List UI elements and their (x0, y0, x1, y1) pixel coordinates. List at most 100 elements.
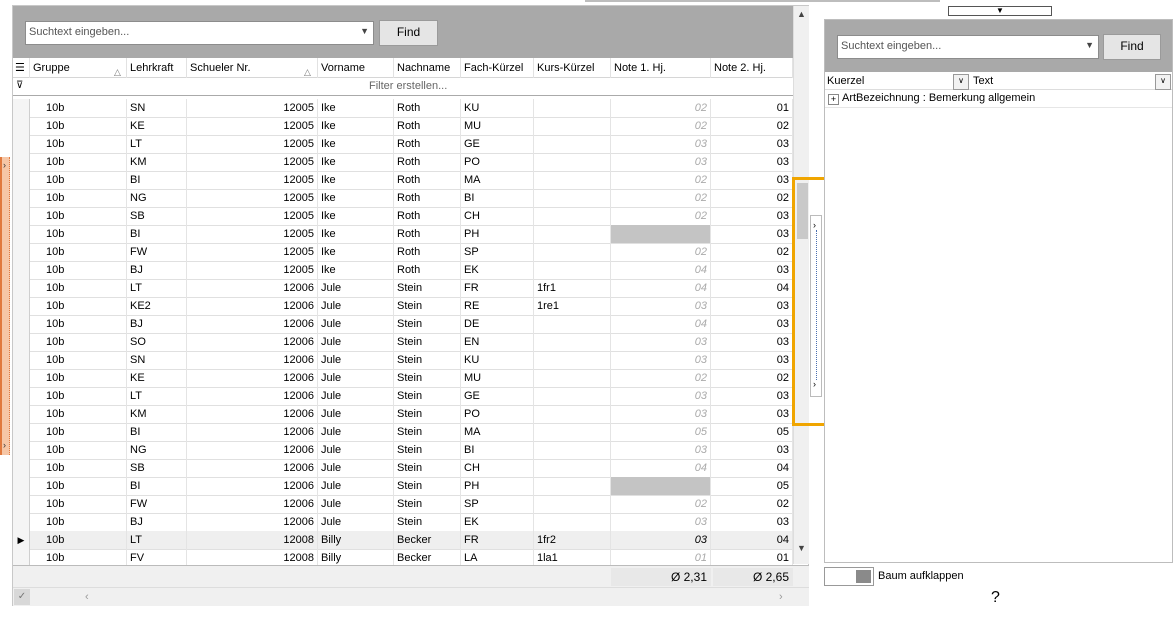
column-header-nachname[interactable]: Nachname (394, 58, 461, 78)
cell-vorname[interactable]: Billy (318, 531, 394, 549)
cell-lehrkraft[interactable]: BJ (127, 513, 187, 531)
cell-schueler-nr[interactable]: 12006 (187, 333, 318, 351)
cell-vorname[interactable]: Ike (318, 171, 394, 189)
cell-gruppe[interactable]: 10b (30, 153, 127, 171)
cell-note2[interactable]: 03 (711, 351, 793, 369)
cell-gruppe[interactable]: 10b (30, 99, 127, 117)
cell-gruppe[interactable]: 10b (30, 387, 127, 405)
cell-vorname[interactable]: Jule (318, 315, 394, 333)
cell-nachname[interactable]: Roth (394, 207, 461, 225)
cell-vorname[interactable]: Jule (318, 441, 394, 459)
cell-fach[interactable]: MU (461, 117, 534, 135)
cell-note2[interactable]: 02 (711, 495, 793, 513)
cell-fach[interactable]: EK (461, 261, 534, 279)
cell-nachname[interactable]: Roth (394, 243, 461, 261)
cell-fach[interactable]: PH (461, 225, 534, 243)
table-row[interactable]: 10b NG 12005 Ike Roth BI 02 02 (13, 189, 793, 208)
cell-note1[interactable]: 02 (611, 117, 711, 135)
cell-note2[interactable]: 03 (711, 207, 793, 225)
cell-fach[interactable]: DE (461, 315, 534, 333)
cell-kurs[interactable] (534, 189, 611, 207)
row-indicator-icon[interactable] (13, 477, 30, 495)
cell-vorname[interactable]: Jule (318, 459, 394, 477)
table-row[interactable]: 10b KE2 12006 Jule Stein RE 1re1 03 03 (13, 297, 793, 316)
grid-search-input[interactable]: Suchtext eingeben... ▼ (25, 21, 374, 45)
row-indicator-icon[interactable] (13, 459, 30, 477)
column-header-lehrkraft[interactable]: Lehrkraft (127, 58, 187, 78)
cell-kurs[interactable]: 1re1 (534, 297, 611, 315)
column-header-fach[interactable]: Fach-Kürzel (461, 58, 534, 78)
table-row[interactable]: 10b KM 12005 Ike Roth PO 03 03 (13, 153, 793, 172)
cell-vorname[interactable]: Ike (318, 207, 394, 225)
row-indicator-icon[interactable] (13, 297, 30, 315)
cell-kurs[interactable] (534, 513, 611, 531)
cell-note2[interactable]: 04 (711, 531, 793, 549)
cell-vorname[interactable]: Jule (318, 423, 394, 441)
cell-note1[interactable]: 02 (611, 207, 711, 225)
row-indicator-icon[interactable] (13, 513, 30, 531)
cell-lehrkraft[interactable]: FW (127, 495, 187, 513)
cell-lehrkraft[interactable]: BI (127, 171, 187, 189)
cell-schueler-nr[interactable]: 12005 (187, 225, 318, 243)
table-row[interactable]: 10b NG 12006 Jule Stein BI 03 03 (13, 441, 793, 460)
column-header-gruppe[interactable]: Gruppe △ (30, 58, 127, 78)
cell-note1[interactable]: 03 (611, 153, 711, 171)
cell-note2[interactable]: 03 (711, 513, 793, 531)
cell-note1[interactable]: 03 (611, 297, 711, 315)
cell-schueler-nr[interactable]: 12006 (187, 441, 318, 459)
table-row[interactable]: 10b LT 12006 Jule Stein FR 1fr1 04 04 (13, 279, 793, 298)
cell-fach[interactable]: KU (461, 99, 534, 117)
cell-note2[interactable]: 03 (711, 153, 793, 171)
cell-note1[interactable]: 03 (611, 333, 711, 351)
cell-nachname[interactable]: Roth (394, 135, 461, 153)
cell-gruppe[interactable]: 10b (30, 351, 127, 369)
row-indicator-icon[interactable] (13, 441, 30, 459)
cell-fach[interactable]: GE (461, 135, 534, 153)
column-header-kuerzel[interactable]: Kuerzel (827, 73, 864, 90)
cell-lehrkraft[interactable]: NG (127, 189, 187, 207)
table-row[interactable]: 10b SB 12006 Jule Stein CH 04 04 (13, 459, 793, 478)
cell-note1[interactable]: 04 (611, 261, 711, 279)
table-row[interactable]: 10b LT 12005 Ike Roth GE 03 03 (13, 135, 793, 154)
cell-kurs[interactable]: 1fr1 (534, 279, 611, 297)
cell-kurs[interactable] (534, 495, 611, 513)
cell-note2[interactable]: 03 (711, 441, 793, 459)
cell-nachname[interactable]: Stein (394, 459, 461, 477)
cell-kurs[interactable] (534, 99, 611, 117)
row-indicator-icon[interactable]: ▶ (13, 531, 30, 549)
cell-note1[interactable]: 04 (611, 315, 711, 333)
cell-fach[interactable]: SP (461, 495, 534, 513)
table-row[interactable]: 10b BI 12006 Jule Stein PH 05 (13, 477, 793, 496)
cell-nachname[interactable]: Stein (394, 423, 461, 441)
cell-fach[interactable]: BI (461, 441, 534, 459)
cell-note1[interactable]: 04 (611, 279, 711, 297)
cell-schueler-nr[interactable]: 12006 (187, 387, 318, 405)
cell-lehrkraft[interactable]: LT (127, 387, 187, 405)
cell-vorname[interactable]: Ike (318, 99, 394, 117)
row-indicator-icon[interactable] (13, 207, 30, 225)
cell-schueler-nr[interactable]: 12006 (187, 513, 318, 531)
table-row[interactable]: 10b BI 12005 Ike Roth MA 02 03 (13, 171, 793, 190)
table-row[interactable]: 10b BI 12006 Jule Stein MA 05 05 (13, 423, 793, 442)
cell-gruppe[interactable]: 10b (30, 207, 127, 225)
table-row[interactable]: 10b SN 12006 Jule Stein KU 03 03 (13, 351, 793, 370)
cell-vorname[interactable]: Jule (318, 387, 394, 405)
cell-note1[interactable]: 02 (611, 369, 711, 387)
cell-fach[interactable]: RE (461, 297, 534, 315)
cell-note1[interactable]: 05 (611, 423, 711, 441)
cell-note2[interactable]: 02 (711, 117, 793, 135)
cell-note1[interactable]: 02 (611, 171, 711, 189)
cell-fach[interactable]: FR (461, 279, 534, 297)
row-indicator-icon[interactable] (13, 153, 30, 171)
row-indicator-icon[interactable] (13, 243, 30, 261)
cell-vorname[interactable]: Jule (318, 351, 394, 369)
cell-schueler-nr[interactable]: 12005 (187, 171, 318, 189)
table-row[interactable]: 10b KM 12006 Jule Stein PO 03 03 (13, 405, 793, 424)
cell-lehrkraft[interactable]: SB (127, 207, 187, 225)
expand-icon[interactable]: + (828, 94, 839, 105)
cell-nachname[interactable]: Stein (394, 495, 461, 513)
row-indicator-icon[interactable] (13, 333, 30, 351)
cell-kurs[interactable] (534, 117, 611, 135)
cell-fach[interactable]: BI (461, 189, 534, 207)
cell-kurs[interactable] (534, 135, 611, 153)
